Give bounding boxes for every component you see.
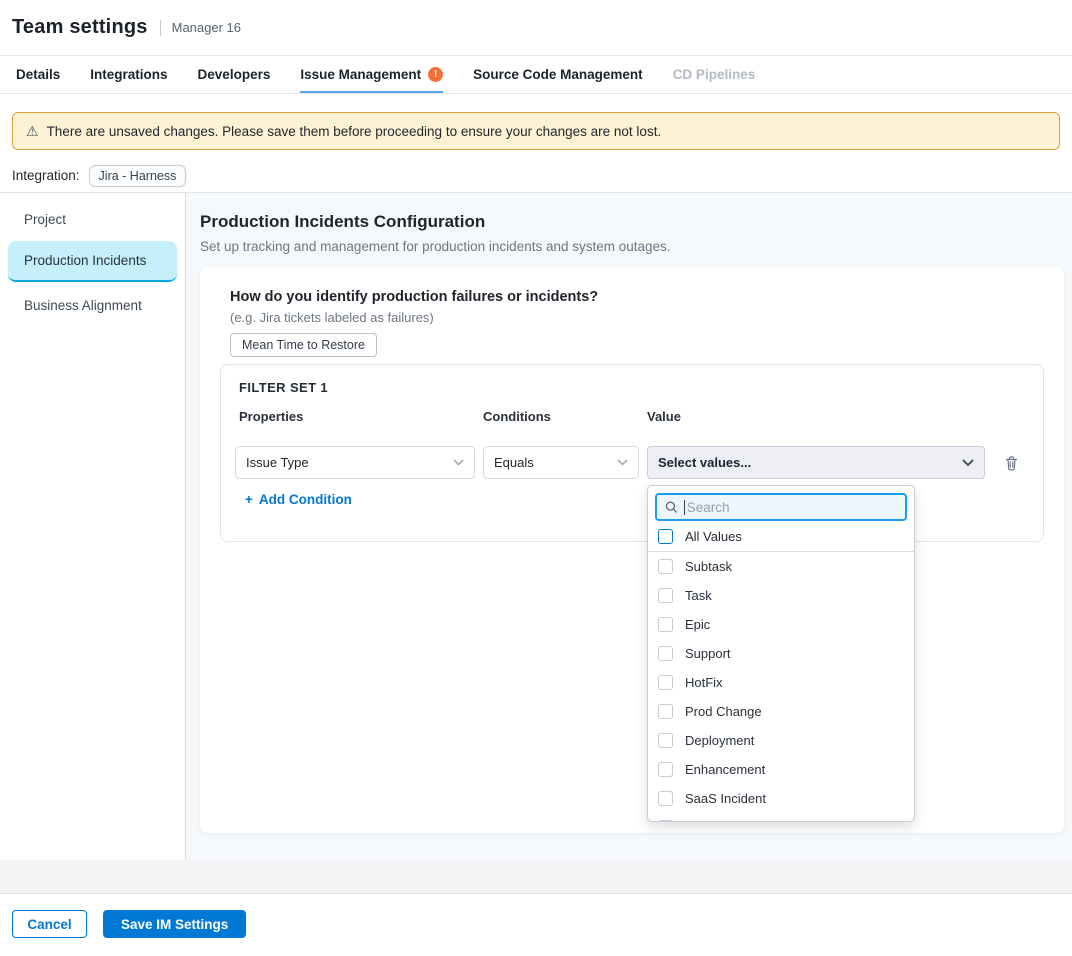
select-all-label: All Values — [685, 529, 742, 544]
property-select[interactable]: Issue Type — [235, 446, 475, 479]
option-label: Epic — [685, 617, 710, 632]
value-select[interactable]: Select values... — [647, 446, 985, 479]
integration-label: Integration: — [12, 168, 80, 183]
banner-text: There are unsaved changes. Please save t… — [47, 124, 662, 139]
add-condition-label: Add Condition — [259, 492, 352, 507]
dropdown-option-enhancement[interactable]: Enhancement — [648, 755, 914, 784]
checkbox-icon[interactable] — [658, 791, 673, 806]
alert-badge-icon: ! — [428, 67, 443, 82]
checkbox-icon[interactable] — [658, 588, 673, 603]
page-subtitle: Manager 16 — [172, 20, 241, 35]
add-condition-button[interactable]: + Add Condition — [245, 492, 352, 507]
filter-set-title: FILTER SET 1 — [221, 365, 1043, 395]
option-label: Support — [685, 646, 731, 661]
option-label: Task — [685, 588, 712, 603]
value-select-wrapper: Select values... — [647, 446, 985, 479]
sidebar-item-business-alignment[interactable]: Business Alignment — [0, 292, 185, 319]
dropdown-option-support[interactable]: Support — [648, 639, 914, 668]
dropdown-option-saas-incident[interactable]: SaaS Incident — [648, 784, 914, 813]
condition-select-value: Equals — [494, 455, 534, 470]
chevron-down-icon — [453, 459, 464, 466]
checkbox-icon[interactable] — [658, 704, 673, 719]
delete-filter-button[interactable] — [1004, 455, 1019, 471]
option-label: Enhancement — [685, 762, 765, 777]
save-im-settings-button[interactable]: Save IM Settings — [103, 910, 246, 938]
checkbox-icon[interactable] — [658, 529, 673, 544]
title-divider — [160, 20, 161, 36]
checkbox-icon[interactable] — [658, 646, 673, 661]
option-label: Deployment — [685, 733, 754, 748]
checkbox-icon[interactable] — [658, 617, 673, 632]
tab-bar: Details Integrations Developers Issue Ma… — [0, 56, 1072, 94]
section-sidebar: Project Production Incidents Business Al… — [0, 193, 186, 860]
tab-integrations[interactable]: Integrations — [90, 56, 167, 93]
unsaved-changes-banner: ⚠ There are unsaved changes. Please save… — [12, 112, 1060, 150]
text-cursor — [684, 500, 685, 515]
identify-hint: (e.g. Jira tickets labeled as failures) — [230, 310, 1044, 325]
search-icon — [665, 500, 678, 514]
tab-details[interactable]: Details — [16, 56, 60, 93]
incidents-config-card: How do you identify production failures … — [200, 267, 1064, 833]
value-select-placeholder: Select values... — [658, 455, 751, 470]
chevron-down-icon — [617, 459, 628, 466]
select-all-option[interactable]: All Values — [648, 521, 914, 552]
option-label: HotFix — [685, 675, 723, 690]
properties-column-label: Properties — [239, 409, 483, 424]
option-label: SaaS Incident — [685, 791, 766, 806]
identify-question: How do you identify production failures … — [230, 289, 1044, 305]
option-label: Customer Notification — [685, 820, 809, 822]
filter-column-labels: Properties Conditions Value — [221, 409, 1043, 424]
checkbox-icon[interactable] — [658, 733, 673, 748]
section-title: Production Incidents Configuration — [200, 212, 1064, 232]
dropdown-search-input[interactable] — [687, 500, 897, 515]
integration-chip[interactable]: Jira - Harness — [89, 165, 187, 187]
bottom-strip — [0, 860, 1072, 894]
checkbox-icon[interactable] — [658, 559, 673, 574]
dropdown-option-epic[interactable]: Epic — [648, 610, 914, 639]
trash-icon — [1004, 455, 1019, 471]
plus-icon: + — [245, 492, 253, 507]
dropdown-option-subtask[interactable]: Subtask — [648, 552, 914, 581]
dropdown-option-task[interactable]: Task — [648, 581, 914, 610]
warning-triangle-icon: ⚠ — [26, 124, 39, 138]
checkbox-icon[interactable] — [658, 762, 673, 777]
option-label: Subtask — [685, 559, 732, 574]
page-header: Team settings Manager 16 — [0, 0, 1072, 56]
filter-set-1: FILTER SET 1 Properties Conditions Value… — [220, 364, 1044, 542]
chevron-down-icon — [962, 459, 974, 467]
tab-developers[interactable]: Developers — [198, 56, 271, 93]
dropdown-option-prod-change[interactable]: Prod Change — [648, 697, 914, 726]
dropdown-option-hotfix[interactable]: HotFix — [648, 668, 914, 697]
integration-row: Integration: Jira - Harness — [12, 163, 1072, 188]
conditions-column-label: Conditions — [483, 409, 647, 424]
cancel-button[interactable]: Cancel — [12, 910, 87, 938]
dropdown-option-deployment[interactable]: Deployment — [648, 726, 914, 755]
property-select-value: Issue Type — [246, 455, 309, 470]
tab-label: Issue Management — [300, 67, 421, 82]
checkbox-icon[interactable] — [658, 675, 673, 690]
section-content: Production Incidents Configuration Set u… — [186, 193, 1072, 860]
metric-chip-mttr[interactable]: Mean Time to Restore — [230, 333, 377, 357]
page-title: Team settings — [12, 16, 148, 39]
tab-issue-management[interactable]: Issue Management ! — [300, 56, 443, 93]
sidebar-item-production-incidents[interactable]: Production Incidents — [8, 241, 177, 282]
filter-row: Issue Type Equals Select values... — [221, 446, 1043, 479]
checkbox-icon[interactable] — [658, 820, 673, 822]
dropdown-search-box[interactable] — [655, 493, 907, 521]
section-subtitle: Set up tracking and management for produ… — [200, 239, 1064, 254]
condition-select[interactable]: Equals — [483, 446, 639, 479]
sidebar-item-project[interactable]: Project — [0, 206, 185, 233]
tab-cd-pipelines: CD Pipelines — [673, 56, 756, 93]
value-column-label: Value — [647, 409, 681, 424]
dropdown-option-customer-notification[interactable]: Customer Notification — [648, 813, 914, 822]
tab-source-code-management[interactable]: Source Code Management — [473, 56, 643, 93]
footer-bar: Cancel Save IM Settings — [0, 894, 1072, 954]
option-label: Prod Change — [685, 704, 762, 719]
settings-body: Project Production Incidents Business Al… — [0, 192, 1072, 860]
value-dropdown-panel: All Values Subtask Task — [647, 485, 915, 822]
